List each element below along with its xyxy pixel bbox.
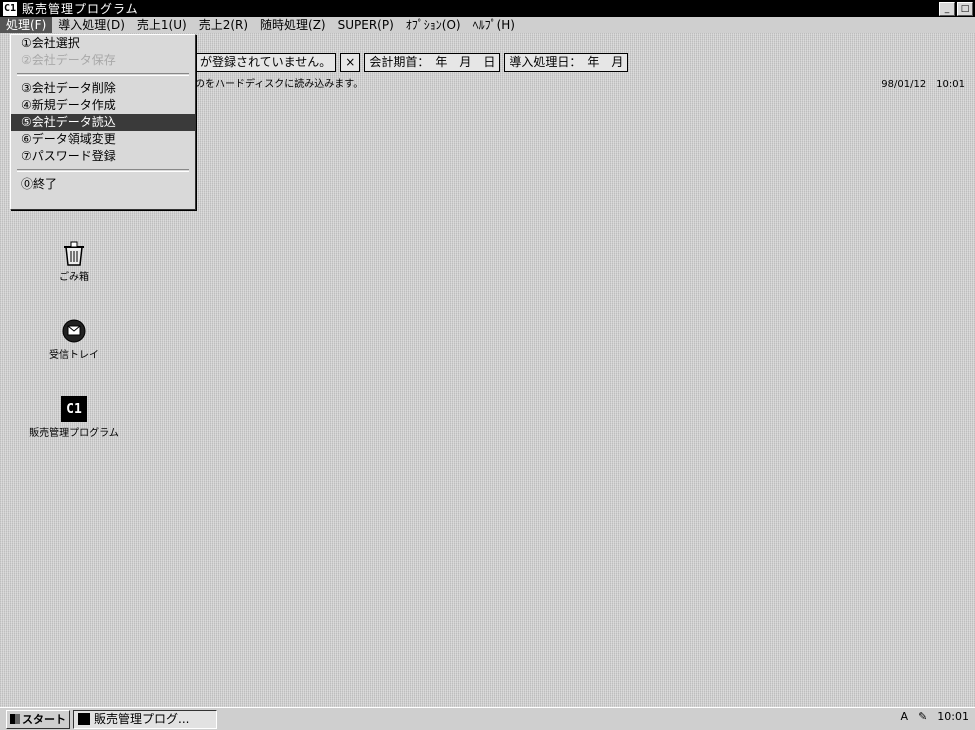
start-label: スタート: [22, 712, 66, 726]
sales-program-label: 販売管理プログラム: [29, 428, 119, 439]
menu-super[interactable]: SUPER(P): [332, 17, 400, 33]
menu-help[interactable]: ﾍﾙﾌﾟ(H): [467, 17, 521, 33]
program-logo: C1: [61, 396, 87, 422]
taskbar-item-sales-program[interactable]: 販売管理プログ...: [73, 709, 217, 729]
app-icon[interactable]: C1: [2, 0, 18, 17]
info-toolbar: が登録されていません。 × 会計期首： 年 月 日 導入処理日： 年 月: [195, 53, 629, 72]
menu-sales1[interactable]: 売上1(U): [131, 17, 193, 33]
inbox-icon: [58, 316, 90, 346]
file-menu-dropdown: ①会社選択 ②会社データ保存 ③会社データ削除 ④新規データ作成 ⑤会社データ読…: [10, 34, 196, 210]
menu-item-select-company[interactable]: ①会社選択: [11, 35, 195, 52]
menu-import[interactable]: 導入処理(D): [52, 17, 131, 33]
menu-item-new-data[interactable]: ④新規データ作成: [11, 97, 195, 114]
inbox-label: 受信トレイ: [49, 350, 99, 361]
system-tray: A ✎ 10:01: [901, 710, 969, 723]
menu-file[interactable]: 処理(F): [0, 17, 53, 33]
windows-logo-icon: [10, 714, 20, 724]
menu-separator: [17, 169, 189, 172]
minimize-button[interactable]: _: [939, 2, 955, 16]
close-mark-button[interactable]: ×: [340, 53, 361, 72]
menu-separator: [17, 73, 189, 76]
status-line: のをハードディスクに読み込みます。 98/01/12 10:01: [195, 78, 965, 92]
inbox-desktop-icon[interactable]: 受信トレイ: [24, 316, 124, 361]
menu-options[interactable]: ｵﾌﾟｼｮﾝ(O): [400, 17, 467, 33]
import-date-field: 導入処理日： 年 月: [504, 53, 629, 72]
menu-item-delete-company[interactable]: ③会社データ削除: [11, 80, 195, 97]
fiscal-period-field: 会計期首： 年 月 日: [364, 53, 501, 72]
recycle-bin-label: ごみ箱: [59, 272, 89, 283]
sales-program-icon: C1: [58, 394, 90, 424]
maximize-button[interactable]: □: [957, 2, 973, 16]
recycle-bin-icon: [58, 238, 90, 268]
status-datetime: 98/01/12 10:01: [881, 79, 965, 90]
window-titlebar[interactable]: C1 販売管理プログラム _ □: [0, 0, 975, 17]
status-message: のをハードディスクに読み込みます。: [195, 79, 364, 90]
clock[interactable]: 10:01: [937, 710, 969, 723]
window-title: 販売管理プログラム: [22, 2, 139, 16]
sales-program-desktop-icon[interactable]: C1 販売管理プログラム: [24, 394, 124, 439]
menu-item-change-area[interactable]: ⑥データ領域変更: [11, 131, 195, 148]
menu-item-password[interactable]: ⑦パスワード登録: [11, 148, 195, 165]
taskbar-app-icon: [78, 713, 90, 725]
menu-item-load-company[interactable]: ⑤会社データ読込: [11, 114, 195, 131]
pen-icon: ✎: [918, 710, 928, 723]
menu-sales2[interactable]: 売上2(R): [193, 17, 254, 33]
menu-item-exit[interactable]: ⓪終了: [11, 176, 195, 193]
menu-adhoc[interactable]: 随時処理(Z): [254, 17, 332, 33]
ime-indicator[interactable]: A: [901, 710, 909, 723]
menubar: 処理(F) 導入処理(D) 売上1(U) 売上2(R) 随時処理(Z) SUPE…: [0, 17, 975, 33]
start-button[interactable]: スタート: [6, 709, 70, 729]
company-status-field: が登録されていません。: [195, 53, 337, 72]
menu-item-save-company: ②会社データ保存: [21, 53, 116, 67]
recycle-bin-desktop-icon[interactable]: ごみ箱: [24, 238, 124, 283]
taskbar: スタート 販売管理プログ... A ✎ 10:01: [0, 707, 975, 730]
taskbar-app-label: 販売管理プログ...: [94, 711, 190, 726]
